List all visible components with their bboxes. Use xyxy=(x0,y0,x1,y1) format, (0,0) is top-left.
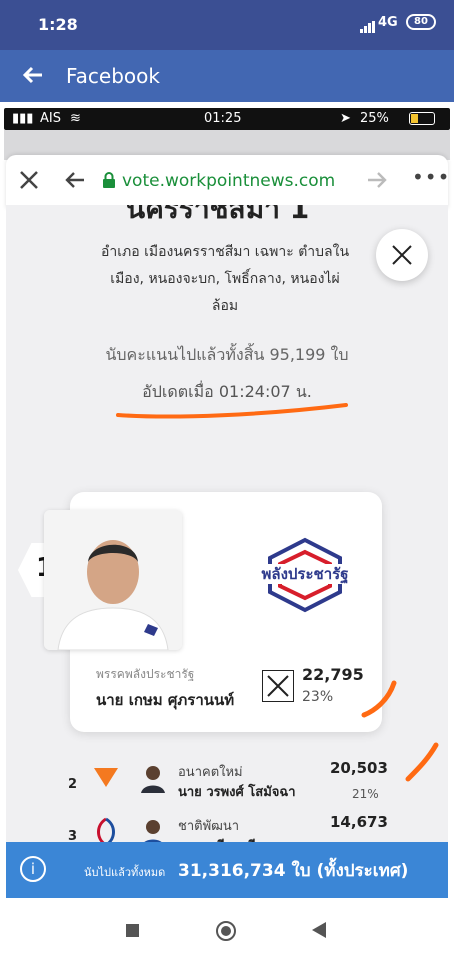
winner-party: พรรคพลังประชารัฐ xyxy=(96,667,195,681)
facebook-header: Facebook xyxy=(0,50,454,102)
row-percent: 21% xyxy=(352,787,379,801)
home-icon[interactable] xyxy=(216,921,236,941)
more-menu-icon[interactable]: ••• xyxy=(412,165,450,189)
row-votes: 14,673 xyxy=(330,813,388,831)
web-page: นครราชสีมา 1 อำเภอ เมืองนครราชสีมา เฉพาะ… xyxy=(6,205,448,845)
vote-mark-box xyxy=(262,670,294,702)
candidate-photo xyxy=(44,510,182,650)
candidate-row-3[interactable]: 3 ชาติพัฒนา นาย...ลีลาวดี 14,673 xyxy=(6,811,448,845)
ios-status-bar: ▮▮▮ AIS ≋ 01:25 ➤ 25% xyxy=(4,108,450,130)
chart-pattana-logo-icon xyxy=(92,817,120,845)
android-status-bar: 1:28 4G 80 xyxy=(0,0,454,50)
close-modal-button[interactable] xyxy=(376,229,428,281)
location-icon: ➤ xyxy=(340,111,351,126)
network-type: 4G xyxy=(378,15,398,30)
orange-underline-marker xyxy=(116,403,348,419)
total-value: 31,316,734 ใบ (ทั้งประเทศ) xyxy=(178,861,409,881)
ios-signal-icon: ▮▮▮ xyxy=(12,111,34,126)
row-party: ชาติพัฒนา xyxy=(178,819,240,834)
signal-icon xyxy=(360,18,376,37)
national-total-bar[interactable]: i นับไปแล้วทั้งหมด 31,316,734 ใบ (ทั้งปร… xyxy=(6,842,448,898)
back-arrow-icon[interactable] xyxy=(20,62,46,92)
winner-name: นาย เกษม ศุภรานนท์ xyxy=(96,691,235,709)
battery-icon: 80 xyxy=(406,14,436,30)
orange-mark-1 xyxy=(361,680,397,718)
url-text[interactable]: vote.workpointnews.com xyxy=(122,171,335,191)
province-heading: นครราชสีมา 1 xyxy=(126,205,310,225)
back-icon[interactable] xyxy=(64,170,86,194)
ios-battery-percent: 25% xyxy=(360,111,389,126)
ios-time: 01:25 xyxy=(204,111,242,126)
browser-toolbar: vote.workpointnews.com ••• xyxy=(6,155,450,209)
header-title: Facebook xyxy=(66,64,160,88)
total-label: นับไปแล้วทั้งหมด xyxy=(84,866,166,879)
ios-battery-icon xyxy=(409,112,435,125)
vote-count-text: นับคะแนนไปแล้วทั้งสิ้น 95,199 ใบ xyxy=(105,345,349,364)
future-forward-logo-icon xyxy=(90,765,122,795)
party-logo-text: พลังประชารัฐ xyxy=(261,565,349,583)
row-rank: 2 xyxy=(68,777,78,792)
row-party: อนาคตใหม่ xyxy=(178,765,243,780)
winner-votes: 22,795 xyxy=(302,665,364,684)
candidate-avatar-icon xyxy=(138,817,168,845)
wifi-icon: ≋ xyxy=(70,111,81,126)
candidate-avatar-icon xyxy=(138,763,168,797)
info-icon[interactable]: i xyxy=(20,856,46,882)
person-avatar-icon xyxy=(44,510,182,650)
row-name: นาย วรพงศ์ โสมัจฉา xyxy=(178,785,296,800)
close-x-icon xyxy=(392,245,412,265)
party-logo: พลังประชารัฐ xyxy=(250,534,360,614)
area-description: อำเภอ เมืองนครราชสีมา เฉพาะ ตำบลในเมือง,… xyxy=(100,244,350,314)
row-votes: 20,503 xyxy=(330,759,388,777)
recents-icon[interactable] xyxy=(126,924,139,937)
candidate-row-2[interactable]: 2 อนาคตใหม่ นาย วรพงศ์ โสมัจฉา 20,503 21… xyxy=(6,753,448,809)
ios-carrier: AIS xyxy=(40,111,61,126)
lock-icon xyxy=(102,172,116,192)
close-icon[interactable] xyxy=(18,169,40,195)
android-nav-bar xyxy=(0,900,454,960)
status-time: 1:28 xyxy=(38,15,78,34)
forward-icon[interactable] xyxy=(366,170,388,194)
nav-back-icon[interactable] xyxy=(312,922,326,942)
cross-mark-icon xyxy=(267,675,289,697)
winner-percent: 23% xyxy=(302,689,334,705)
